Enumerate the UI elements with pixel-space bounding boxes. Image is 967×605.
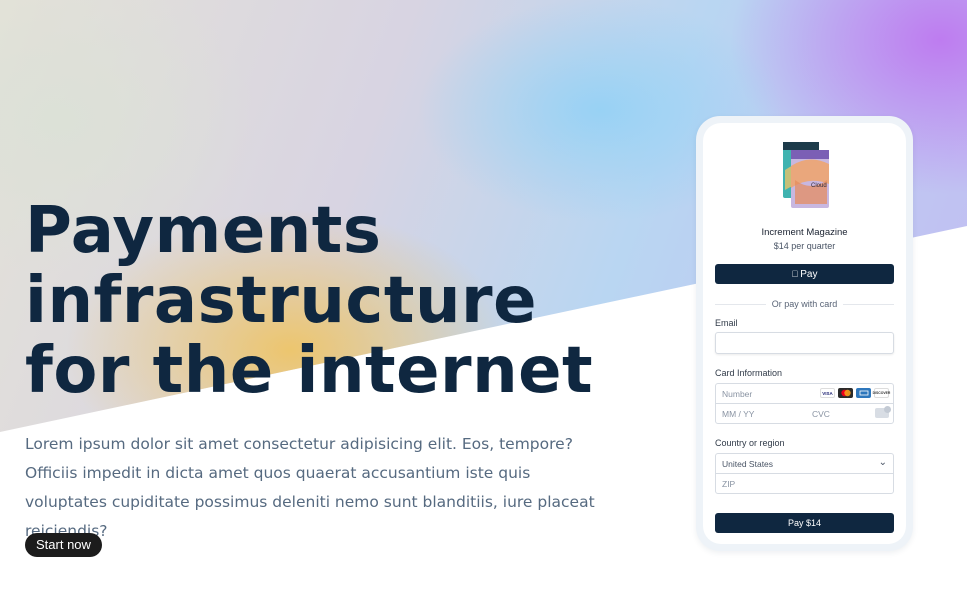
- headline-line-1: Payments: [25, 194, 382, 268]
- country-value: United States: [722, 459, 774, 469]
- email-field[interactable]: [715, 332, 894, 354]
- product-image: Cloud: [783, 142, 829, 208]
- apple-pay-label: Pay: [796, 268, 817, 280]
- pay-button[interactable]: Pay $14: [715, 513, 894, 533]
- apple-pay-button[interactable]:  Pay: [715, 264, 894, 284]
- zip-field[interactable]: ZIP: [716, 474, 893, 494]
- cvc-card-icon: [875, 406, 891, 418]
- country-region-label: Country or region: [715, 438, 785, 448]
- country-zip-group: United States ⌄ ZIP: [715, 453, 894, 494]
- card-expiry-cvc-row: MM / YY CVC: [716, 404, 893, 424]
- product-name: Increment Magazine: [761, 227, 848, 238]
- card-information-group: Number VISA DISCOVER MM / YY CVC: [715, 383, 894, 424]
- card-information-label: Card Information: [715, 368, 783, 378]
- mastercard-icon: [838, 388, 853, 398]
- divider-text: Or pay with card: [771, 299, 838, 309]
- divider-line-left: [715, 303, 766, 305]
- product-price: $14 per quarter: [773, 241, 836, 251]
- phone-mockup: Cloud Increment Magazine $14 per quarter…: [696, 116, 913, 551]
- amex-icon: [856, 388, 871, 398]
- pay-with-card-divider: Or pay with card: [715, 298, 894, 310]
- checkout-screen: Cloud Increment Magazine $14 per quarter…: [703, 123, 906, 544]
- hero-headline: Payments infrastructure for the internet: [25, 196, 645, 406]
- zip-placeholder: ZIP: [722, 479, 736, 489]
- headline-line-3: for the internet: [25, 334, 594, 408]
- divider-line-right: [843, 303, 894, 305]
- email-label: Email: [715, 318, 738, 328]
- card-cvc-field[interactable]: CVC: [812, 409, 830, 419]
- start-now-button[interactable]: Start now: [25, 533, 102, 557]
- chevron-down-icon: ⌄: [878, 457, 887, 468]
- country-select[interactable]: United States ⌄: [716, 454, 893, 474]
- card-number-placeholder: Number: [722, 389, 753, 399]
- discover-icon: DISCOVER: [873, 388, 890, 398]
- product-image-label: Cloud: [811, 183, 827, 189]
- apple-icon: : [792, 269, 799, 279]
- headline-line-2: infrastructure: [25, 264, 537, 338]
- card-number-field[interactable]: Number VISA DISCOVER: [716, 384, 893, 404]
- card-brands: VISA DISCOVER: [820, 388, 890, 398]
- hero-description: Lorem ipsum dolor sit amet consectetur a…: [25, 435, 595, 540]
- card-expiry-field[interactable]: MM / YY: [722, 409, 754, 419]
- visa-icon: VISA: [820, 388, 835, 398]
